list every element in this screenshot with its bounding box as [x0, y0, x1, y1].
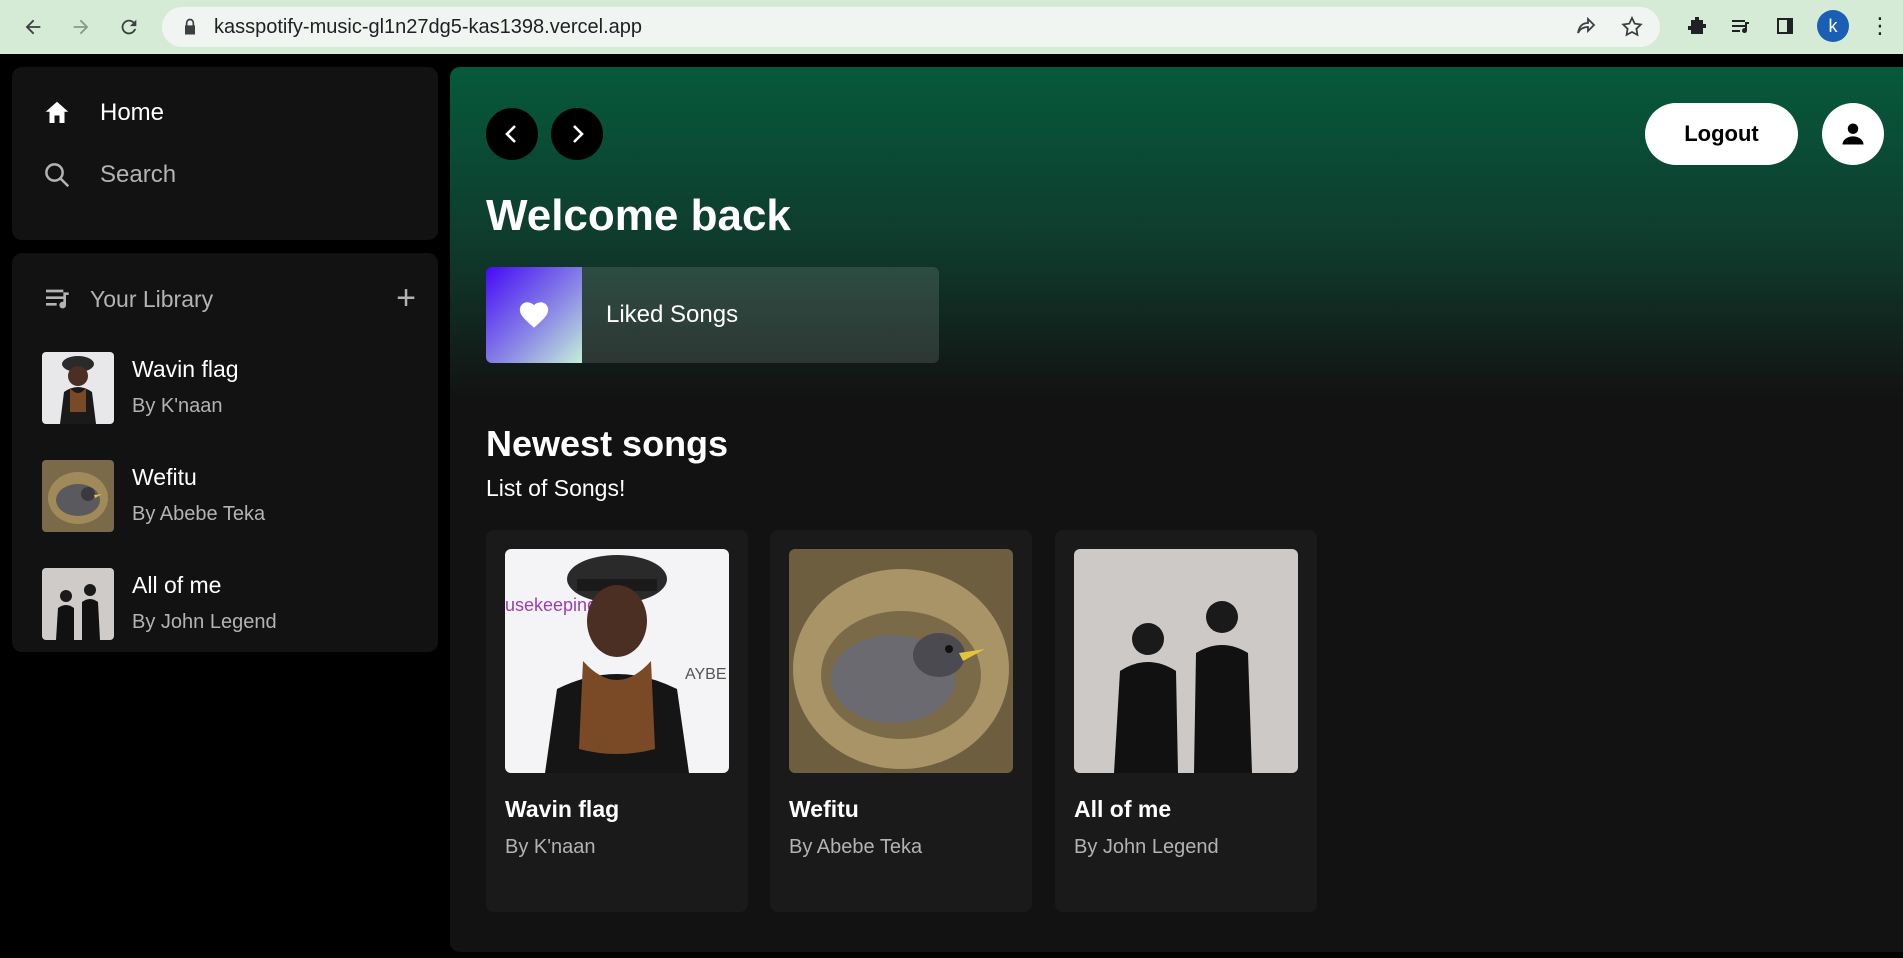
library-panel: Your Library + Wavin flag By K'naan Wefi… [12, 253, 438, 652]
share-icon[interactable] [1574, 15, 1598, 39]
menu-kebab-icon[interactable]: ⋮ [1869, 13, 1891, 39]
song-card-artist: By John Legend [1074, 836, 1219, 858]
url-text: kasspotify-music-gl1n27dg5-kas1398.verce… [214, 15, 643, 38]
library-item-artist: By John Legend [132, 611, 277, 633]
library-icon [46, 289, 69, 309]
song-art-wefitu [789, 549, 1013, 773]
library-item-artist: By K'naan [132, 395, 223, 417]
album-art-all-of-me [42, 568, 114, 640]
section-title: Newest songs [486, 423, 729, 464]
back-arrow-icon[interactable] [16, 10, 50, 44]
library-item-title: Wefitu [132, 464, 197, 490]
lock-icon [185, 18, 195, 35]
user-icon [1842, 123, 1864, 145]
song-card-artist: By Abebe Teka [789, 836, 923, 858]
media-queue-icon[interactable] [1729, 14, 1753, 38]
nav-search[interactable]: Search [42, 160, 176, 190]
browser-toolbar: kasspotify-music-gl1n27dg5-kas1398.verce… [0, 0, 1903, 54]
library-header[interactable]: Your Library + [42, 279, 416, 317]
chevron-right-icon [573, 125, 584, 143]
album-art-wefitu [42, 460, 114, 532]
svg-text:AYBE: AYBE [685, 666, 727, 683]
logout-button[interactable]: Logout [1645, 103, 1798, 165]
library-item-title: All of me [132, 572, 222, 598]
add-plus-icon[interactable]: + [396, 279, 416, 318]
song-art-all-of-me [1074, 549, 1298, 773]
side-panel-icon[interactable] [1773, 14, 1797, 38]
profile-avatar[interactable]: k [1817, 10, 1849, 42]
section-subtitle: List of Songs! [486, 475, 626, 501]
nav-home[interactable]: Home [42, 98, 164, 128]
liked-songs-cover [486, 267, 582, 363]
user-profile-button[interactable] [1822, 103, 1884, 165]
forward-button[interactable] [551, 108, 603, 160]
back-button[interactable] [486, 108, 538, 160]
reload-icon[interactable] [112, 10, 146, 44]
nav-search-label: Search [100, 161, 177, 188]
song-card-title: Wavin flag [505, 796, 620, 822]
song-card[interactable]: usekeeping AYBE Wavin flag By K'naan [486, 530, 748, 912]
heart-icon [519, 302, 549, 328]
address-bar[interactable]: kasspotify-music-gl1n27dg5-kas1398.verce… [162, 7, 1660, 47]
search-icon [45, 163, 70, 188]
svg-text:usekeeping: usekeeping [505, 595, 597, 615]
song-card-title: All of me [1074, 796, 1172, 822]
forward-arrow-icon[interactable] [64, 10, 98, 44]
song-card-artist: By K'naan [505, 836, 596, 858]
extensions-puzzle-icon[interactable] [1685, 14, 1709, 38]
main-content: Logout Welcome back Liked Songs Newest s… [450, 67, 1903, 952]
library-item[interactable]: All of me By John Legend [42, 568, 422, 640]
bookmark-star-icon[interactable] [1620, 15, 1644, 39]
song-art-wavin-flag: usekeeping AYBE [505, 549, 729, 773]
song-card[interactable]: Wefitu By Abebe Teka [770, 530, 1032, 912]
song-card[interactable]: All of me By John Legend [1055, 530, 1317, 912]
library-item[interactable]: Wavin flag By K'naan [42, 352, 422, 424]
nav-home-label: Home [100, 99, 165, 126]
album-art-wavin-flag [42, 352, 114, 424]
library-item-title: Wavin flag [132, 356, 239, 382]
library-item[interactable]: Wefitu By Abebe Teka [42, 460, 422, 532]
library-title: Your Library [90, 285, 214, 312]
liked-songs-label: Liked Songs [606, 301, 739, 328]
chevron-left-icon [505, 125, 516, 143]
home-icon [45, 101, 69, 123]
library-item-artist: By Abebe Teka [132, 503, 266, 525]
page-title: Welcome back [486, 191, 791, 240]
liked-songs-tile[interactable]: Liked Songs [486, 267, 939, 363]
sidebar-nav: Home Search [12, 67, 438, 240]
song-card-title: Wefitu [789, 796, 859, 822]
